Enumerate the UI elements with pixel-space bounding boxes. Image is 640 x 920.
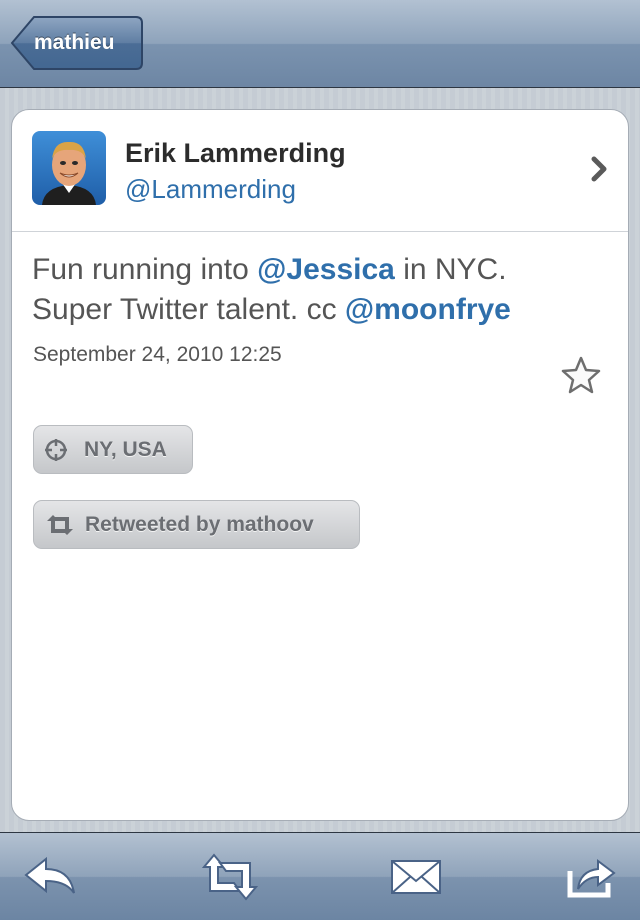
back-button-label: mathieu (34, 31, 115, 54)
retweet-button[interactable] (200, 849, 260, 905)
retweeted-by-label: Retweeted by mathoov (85, 513, 314, 536)
retweet-icon (201, 853, 259, 901)
tweet-text: Fun running into @Jessica in NYC. Super … (32, 250, 592, 330)
tweet-timestamp: September 24, 2010 12:25 (33, 343, 282, 366)
retweet-icon (44, 513, 76, 543)
chevron-right-icon (590, 155, 610, 188)
favorite-star-icon[interactable] (560, 355, 602, 400)
author-handle: @Lammerding (125, 174, 296, 204)
location-crosshair-icon (44, 438, 68, 468)
avatar[interactable] (32, 131, 106, 205)
bottom-toolbar (0, 832, 640, 920)
back-button[interactable]: mathieu (10, 15, 144, 71)
share-button[interactable] (564, 849, 624, 905)
reply-icon (24, 856, 75, 894)
mention-link[interactable]: @moonfrye (345, 293, 511, 326)
reply-button[interactable] (20, 849, 80, 905)
author-row[interactable]: Erik Lammerding @Lammerding (12, 110, 628, 232)
retweeted-by-button[interactable]: Retweeted by mathoov (33, 500, 360, 549)
share-icon (567, 859, 616, 898)
mention-link[interactable]: @Jessica (257, 253, 395, 286)
author-name: Erik Lammerding (125, 138, 346, 168)
mail-icon (391, 860, 441, 894)
mail-button[interactable] (386, 849, 446, 905)
navigation-bar: mathieu (0, 0, 640, 88)
location-label: NY, USA (84, 438, 167, 461)
tweet-text-part1: Fun running into (32, 253, 258, 286)
location-button[interactable]: NY, USA (33, 425, 193, 474)
tweet-card: Erik Lammerding @Lammerding Fun running … (11, 109, 629, 821)
